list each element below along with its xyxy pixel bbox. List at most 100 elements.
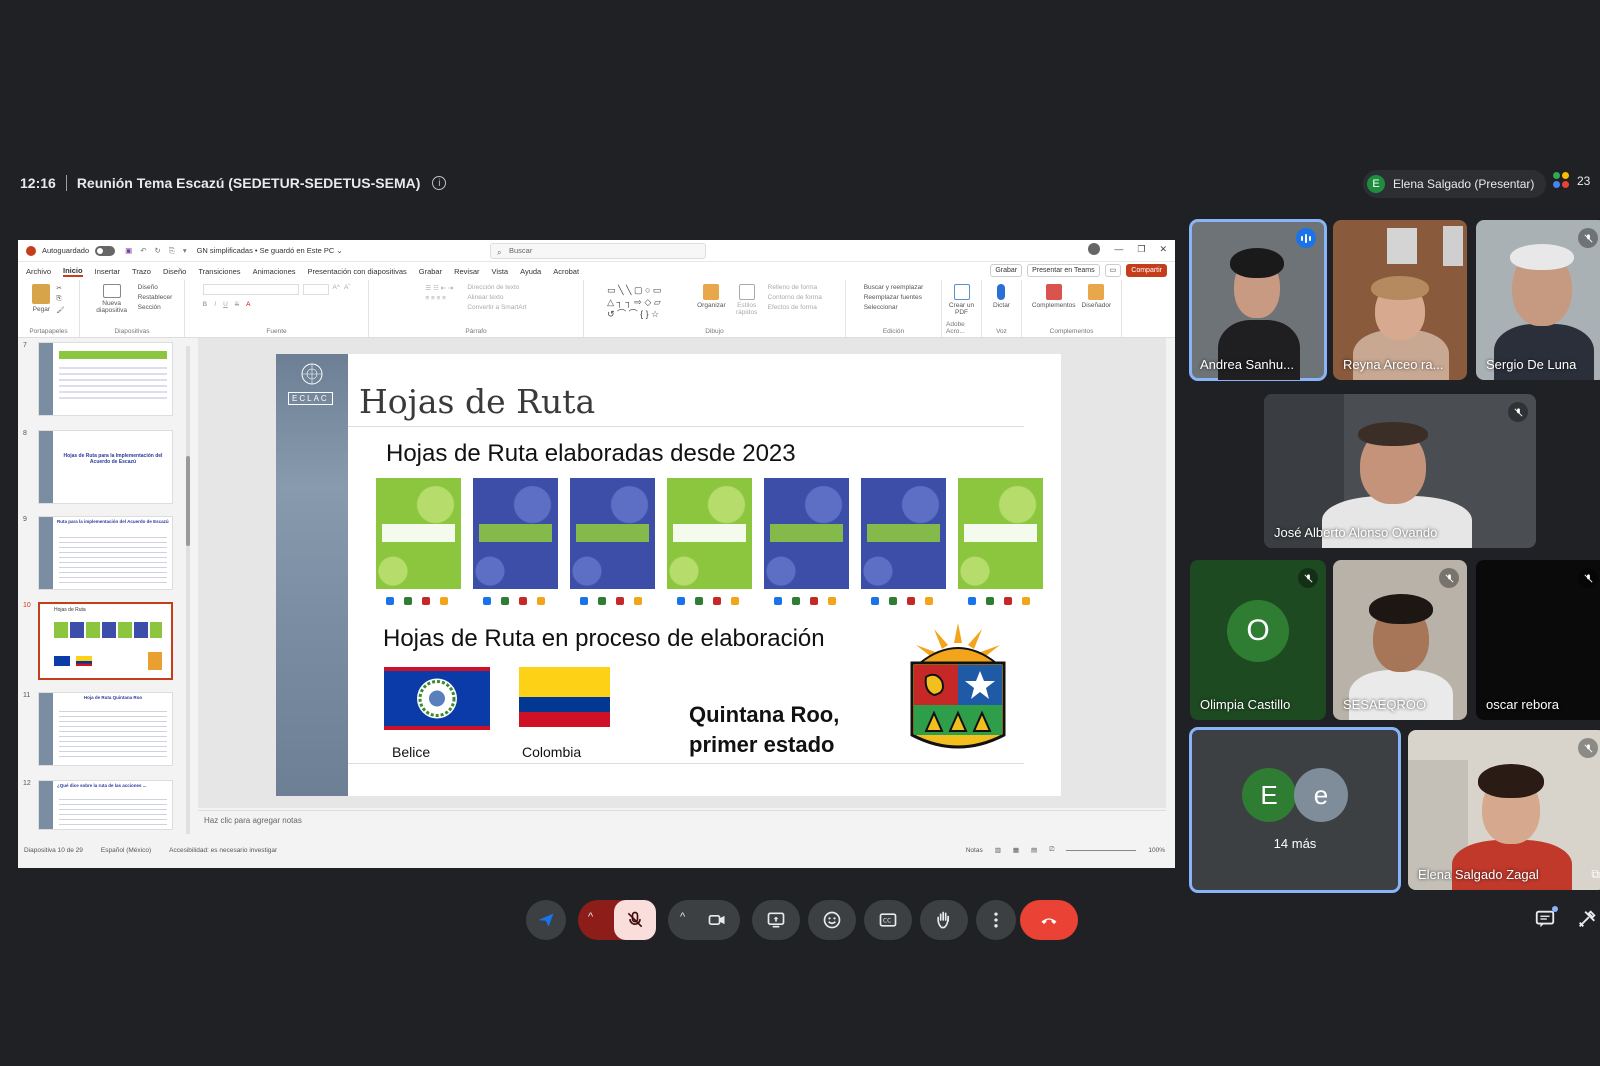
- participant-tile[interactable]: oscar rebora: [1476, 560, 1600, 720]
- info-icon[interactable]: i: [432, 176, 447, 190]
- notes-pane[interactable]: Haz clic para agregar notas: [198, 810, 1166, 832]
- present-teams-button[interactable]: Presentar en Teams: [1027, 264, 1100, 277]
- select-button[interactable]: Seleccionar: [864, 304, 924, 311]
- tab-12[interactable]: Acrobat: [553, 267, 579, 276]
- shape-outline-button[interactable]: Contorno de forma: [768, 294, 822, 301]
- tab-4[interactable]: Diseño: [163, 267, 186, 276]
- reactions-button[interactable]: [808, 900, 856, 940]
- participant-tile[interactable]: Andrea Sanhu...: [1189, 219, 1327, 381]
- quick-styles-button[interactable]: Estilos rápidos: [732, 284, 762, 316]
- language-status[interactable]: Español (México): [101, 847, 151, 854]
- arrange-button[interactable]: Organizar: [697, 284, 726, 309]
- captions-button[interactable]: CC: [864, 900, 912, 940]
- sorter-view-icon[interactable]: ▦: [1013, 846, 1019, 854]
- tab-11[interactable]: Ayuda: [520, 267, 541, 276]
- minimize-icon[interactable]: —: [1114, 244, 1123, 254]
- redo-icon[interactable]: ↻: [155, 246, 161, 255]
- smartart-button[interactable]: Convertir a SmartArt: [467, 304, 526, 311]
- shrink-font-icon[interactable]: Aˇ: [344, 284, 351, 295]
- align-text-button[interactable]: Alinear texto: [467, 294, 526, 301]
- font-size-select[interactable]: [302, 284, 329, 295]
- tab-2[interactable]: Insertar: [95, 267, 120, 276]
- find-button[interactable]: Buscar y reemplazar: [864, 284, 924, 291]
- tab-5[interactable]: Transiciones: [198, 267, 240, 276]
- record-button[interactable]: Grabar: [990, 264, 1023, 277]
- more-participants-tile[interactable]: E e 14 más: [1189, 727, 1401, 893]
- font-color-icon[interactable]: A: [246, 301, 250, 308]
- tab-7[interactable]: Presentación con diapositivas: [308, 267, 407, 276]
- reset-button[interactable]: Restablecer: [138, 294, 173, 301]
- grow-font-icon[interactable]: A^: [333, 284, 340, 295]
- notes-toggle[interactable]: Notas: [966, 847, 983, 854]
- dictate-button[interactable]: Dictar: [993, 284, 1010, 309]
- slideshow-view-icon[interactable]: ⎚: [1049, 846, 1054, 854]
- save-icon[interactable]: ▣: [125, 246, 132, 255]
- customize-qat-icon[interactable]: ▾: [183, 246, 187, 255]
- format-painter-icon[interactable]: 🖌: [56, 306, 64, 314]
- people-button[interactable]: 23: [1553, 172, 1590, 190]
- tab-6[interactable]: Animaciones: [253, 267, 296, 276]
- shape-fill-button[interactable]: Relleno de forma: [768, 284, 822, 291]
- ppt-filename[interactable]: GN simplificadas • Se guardó en Este PC …: [197, 246, 343, 255]
- participant-tile[interactable]: Elena Salgado Zagal ⧉: [1408, 730, 1600, 890]
- font-name-select[interactable]: [202, 284, 299, 295]
- tab-1[interactable]: Inicio: [63, 266, 83, 277]
- autosave-toggle[interactable]: [95, 245, 116, 256]
- tools-button[interactable]: [1576, 908, 1598, 932]
- camera-icon[interactable]: [707, 910, 727, 930]
- chat-button[interactable]: [1534, 906, 1558, 932]
- slide-10[interactable]: ECLAC Hojas de Ruta Hojas de Ruta elabor…: [276, 354, 1061, 796]
- participant-tile[interactable]: SESAEQROO: [1333, 560, 1467, 720]
- bullets-icon[interactable]: ☰ ☷ ⇤ ⇥: [425, 284, 453, 292]
- zoom-level[interactable]: 100%: [1148, 847, 1165, 854]
- underline-icon[interactable]: U: [223, 301, 228, 308]
- text-direction-button[interactable]: Dirección de texto: [467, 284, 526, 291]
- participant-tile[interactable]: Reyna Arceo ra...: [1333, 220, 1467, 380]
- tab-3[interactable]: Trazo: [132, 267, 151, 276]
- participant-tile[interactable]: José Alberto Alonso Ovando: [1264, 394, 1536, 548]
- zoom-slider[interactable]: [1066, 849, 1137, 851]
- participant-tile[interactable]: O Olimpia Castillo: [1190, 560, 1326, 720]
- account-avatar[interactable]: [1088, 243, 1101, 255]
- present-from-start-icon[interactable]: ⎘: [169, 246, 175, 256]
- undo-icon[interactable]: ↶: [140, 246, 146, 255]
- share-button[interactable]: Compartir: [1126, 264, 1167, 277]
- layout-button[interactable]: Diseño: [138, 284, 173, 291]
- thumb-slide-9[interactable]: Ruta para la implementación del Acuerdo …: [38, 516, 173, 590]
- raise-hand-button[interactable]: [920, 900, 968, 940]
- comments-button[interactable]: ▭: [1104, 264, 1122, 277]
- tab-0[interactable]: Archivo: [26, 267, 51, 276]
- italic-icon[interactable]: I: [214, 301, 216, 308]
- strike-icon[interactable]: S: [235, 301, 239, 308]
- tab-10[interactable]: Vista: [492, 267, 509, 276]
- tab-8[interactable]: Grabar: [419, 267, 442, 276]
- presenter-chip[interactable]: E Elena Salgado (Presentar): [1363, 170, 1547, 198]
- cut-icon[interactable]: ✂: [56, 284, 64, 292]
- shape-effects-button[interactable]: Efectos de forma: [768, 304, 822, 311]
- thumb-slide-11[interactable]: Hoja de Ruta Quintana Roo: [38, 692, 173, 766]
- mic-toggle-button[interactable]: [614, 900, 656, 940]
- designer-button[interactable]: Diseñador: [1082, 284, 1111, 309]
- thumb-slide-12[interactable]: ¿Qué dice sobre la ruta de las acciones …: [38, 780, 173, 830]
- paste-button[interactable]: Pegar: [32, 284, 51, 313]
- bold-icon[interactable]: B: [203, 301, 208, 308]
- accessibility-status[interactable]: Accesibilidad: es necesario investigar: [169, 847, 277, 854]
- thumbnail-scrollbar[interactable]: [186, 346, 190, 834]
- shapes-gallery[interactable]: ▭ ╲ ╲ ▢ ○ ▭ △ ┐ ┐ ⇨ ◇ ▱ ↺ ⌒ ⌒ { } ☆: [607, 284, 691, 320]
- restore-icon[interactable]: ❐: [1137, 244, 1145, 255]
- section-button[interactable]: Sección: [138, 304, 173, 311]
- align-icons[interactable]: ≡ ≡ ≡ ≡: [425, 295, 453, 302]
- new-slide-button[interactable]: Nueva diapositiva: [92, 284, 132, 314]
- replace-fonts-button[interactable]: Reemplazar fuentes: [864, 294, 924, 301]
- chevron-up-icon[interactable]: ^: [680, 911, 685, 923]
- close-icon[interactable]: ✕: [1159, 244, 1167, 255]
- ppt-search-input[interactable]: ⌕ Buscar: [490, 243, 706, 259]
- reading-view-icon[interactable]: ▤: [1031, 846, 1037, 854]
- create-pdf-button[interactable]: Crear un PDF: [947, 284, 977, 316]
- copy-icon[interactable]: ⎘: [56, 295, 64, 303]
- normal-view-icon[interactable]: ▥: [995, 846, 1001, 854]
- leave-call-button[interactable]: [1020, 900, 1078, 940]
- thumb-slide-10[interactable]: Hojas de Ruta: [38, 602, 173, 680]
- present-button[interactable]: [752, 900, 800, 940]
- tab-9[interactable]: Revisar: [454, 267, 479, 276]
